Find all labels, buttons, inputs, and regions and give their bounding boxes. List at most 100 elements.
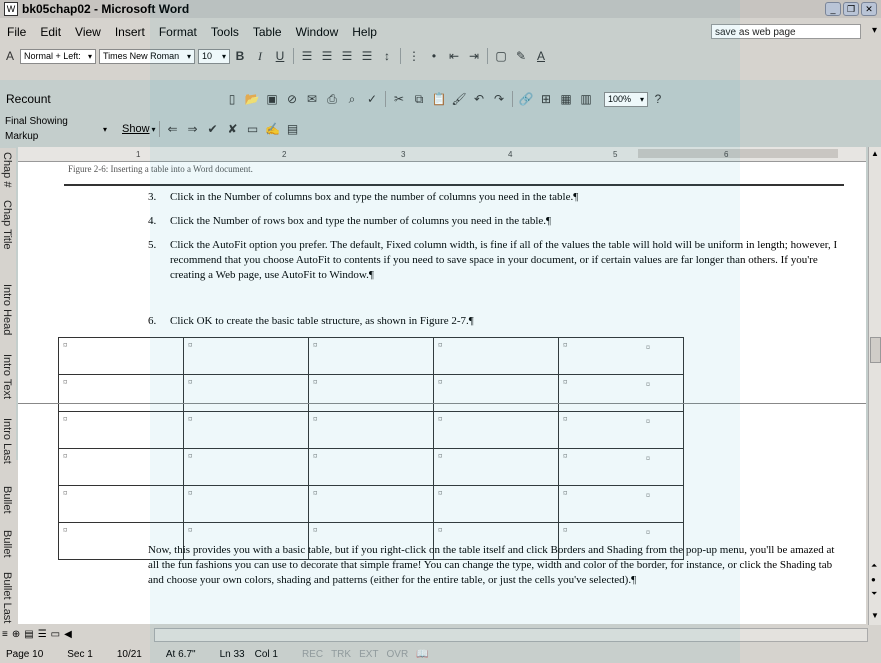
- web-layout-icon[interactable]: ⊕: [12, 629, 20, 640]
- insert-comment-icon[interactable]: ▭: [244, 120, 262, 138]
- horizontal-scrollbar[interactable]: [154, 628, 868, 642]
- print-layout-icon[interactable]: ▤: [24, 629, 33, 640]
- reviewing-pane-icon[interactable]: ▤: [284, 120, 302, 138]
- word-app-icon[interactable]: W: [4, 2, 18, 16]
- spelling-icon[interactable]: ✓: [363, 90, 381, 108]
- copy-icon[interactable]: ⧉: [410, 90, 428, 108]
- menu-file[interactable]: File: [0, 25, 33, 39]
- font-combo[interactable]: Times New Roman ▾: [99, 48, 195, 64]
- menu-insert[interactable]: Insert: [108, 25, 152, 39]
- table-cell[interactable]: ¤: [58, 374, 184, 412]
- increase-indent-icon[interactable]: ⇥: [465, 47, 483, 65]
- zoom-combo[interactable]: 100% ▾: [604, 91, 648, 107]
- table-cell[interactable]: ¤: [183, 374, 309, 412]
- table-cell[interactable]: ¤: [183, 485, 309, 523]
- normal-view-icon[interactable]: ≡: [2, 629, 8, 640]
- scroll-up-icon[interactable]: ▲: [871, 149, 879, 158]
- print-preview-icon[interactable]: ⌕: [343, 90, 361, 108]
- menu-window[interactable]: Window: [289, 25, 346, 39]
- open-icon[interactable]: 📂: [243, 90, 261, 108]
- scroll-left-icon[interactable]: ◀: [64, 629, 72, 640]
- permission-icon[interactable]: ⊘: [283, 90, 301, 108]
- email-icon[interactable]: ✉: [303, 90, 321, 108]
- status-trk[interactable]: TRK: [331, 649, 351, 660]
- cut-icon[interactable]: ✂: [390, 90, 408, 108]
- display-for-review-combo[interactable]: Final Showing Markup ▾: [2, 116, 110, 142]
- menu-edit[interactable]: Edit: [33, 25, 68, 39]
- table-cell[interactable]: ¤: [433, 374, 559, 412]
- insert-table-icon[interactable]: ▦: [557, 90, 575, 108]
- document-table[interactable]: ¤ ¤ ¤ ¤ ¤ ¤ ¤ ¤ ¤ ¤ ¤ ¤ ¤ ¤ ¤ ¤ ¤ ¤ ¤ ¤ ¤ ¤ ¤ ¤ ¤ ¤ ¤ ¤ ¤ ¤: [58, 337, 684, 560]
- spelling-status-icon[interactable]: 📖: [416, 649, 428, 660]
- bullets-icon[interactable]: •: [425, 47, 443, 65]
- table-cell[interactable]: ¤: [433, 337, 559, 375]
- restore-icon[interactable]: ❐: [843, 2, 859, 16]
- table-cell[interactable]: ¤: [558, 411, 684, 449]
- table-cell[interactable]: ¤: [308, 448, 434, 486]
- table-cell[interactable]: ¤: [58, 337, 184, 375]
- reject-change-icon[interactable]: ✘: [224, 120, 242, 138]
- previous-change-icon[interactable]: ⇐: [164, 120, 182, 138]
- ask-dropdown-icon[interactable]: ▾: [872, 25, 877, 36]
- close-icon[interactable]: ✕: [861, 2, 877, 16]
- accept-change-icon[interactable]: ✔: [204, 120, 222, 138]
- table-cell[interactable]: ¤: [183, 337, 309, 375]
- undo-icon[interactable]: ↶: [470, 90, 488, 108]
- redo-icon[interactable]: ↷: [490, 90, 508, 108]
- tables-borders-icon[interactable]: ⊞: [537, 90, 555, 108]
- table-cell[interactable]: ¤: [558, 374, 684, 412]
- help-icon[interactable]: ?: [649, 90, 667, 108]
- styles-pane-icon[interactable]: A: [1, 47, 19, 65]
- track-changes-icon[interactable]: ✍: [264, 120, 282, 138]
- reading-layout-icon[interactable]: ▭: [51, 629, 60, 640]
- table-cell[interactable]: ¤: [308, 485, 434, 523]
- minimize-icon[interactable]: _: [825, 2, 841, 16]
- columns-icon[interactable]: ▥: [577, 90, 595, 108]
- status-rec[interactable]: REC: [302, 649, 323, 660]
- horizontal-ruler[interactable]: 1 2 3 4 5 6: [18, 147, 866, 162]
- table-cell[interactable]: ¤: [433, 411, 559, 449]
- new-document-icon[interactable]: ▯: [223, 90, 241, 108]
- table-cell[interactable]: ¤: [308, 337, 434, 375]
- show-menu-button[interactable]: Show: [122, 123, 150, 135]
- menu-help[interactable]: Help: [345, 25, 384, 39]
- table-cell[interactable]: ¤: [183, 411, 309, 449]
- highlight-icon[interactable]: ✎: [512, 47, 530, 65]
- numbering-icon[interactable]: ⋮: [405, 47, 423, 65]
- line-spacing-icon[interactable]: ↕: [378, 47, 396, 65]
- font-size-combo[interactable]: 10 ▾: [198, 48, 230, 64]
- status-ext[interactable]: EXT: [359, 649, 378, 660]
- table-cell[interactable]: ¤: [183, 448, 309, 486]
- previous-page-icon[interactable]: ⏶: [871, 561, 877, 571]
- next-page-icon[interactable]: ⏷: [871, 589, 877, 599]
- table-cell[interactable]: ¤: [433, 485, 559, 523]
- format-painter-icon[interactable]: 🖌: [450, 90, 468, 108]
- table-cell[interactable]: ¤: [308, 374, 434, 412]
- document-page[interactable]: Figure 2-6: Inserting a table into a Wor…: [18, 162, 866, 624]
- scroll-down-icon[interactable]: ▼: [871, 611, 879, 620]
- ask-a-question-box[interactable]: save as web page: [711, 24, 861, 39]
- table-cell[interactable]: ¤: [58, 411, 184, 449]
- table-cell[interactable]: ¤: [558, 485, 684, 523]
- hyperlink-icon[interactable]: 🔗: [517, 90, 535, 108]
- menu-format[interactable]: Format: [152, 25, 204, 39]
- menu-table[interactable]: Table: [246, 25, 289, 39]
- status-ovr[interactable]: OVR: [387, 649, 409, 660]
- bold-icon[interactable]: B: [231, 47, 249, 65]
- decrease-indent-icon[interactable]: ⇤: [445, 47, 463, 65]
- outline-view-icon[interactable]: ☰: [38, 629, 47, 640]
- menu-view[interactable]: View: [68, 25, 108, 39]
- table-cell[interactable]: ¤: [308, 411, 434, 449]
- next-change-icon[interactable]: ⇒: [184, 120, 202, 138]
- style-combo[interactable]: Normal + Left: ▾: [20, 48, 96, 64]
- underline-icon[interactable]: U: [271, 47, 289, 65]
- print-icon[interactable]: ⎙: [323, 90, 341, 108]
- table-cell[interactable]: ¤: [558, 448, 684, 486]
- table-cell[interactable]: ¤: [58, 448, 184, 486]
- table-cell[interactable]: ¤: [558, 337, 684, 375]
- align-right-icon[interactable]: ☰: [338, 47, 356, 65]
- table-cell[interactable]: ¤: [433, 448, 559, 486]
- scroll-thumb[interactable]: [870, 337, 881, 363]
- table-cell[interactable]: ¤: [58, 485, 184, 523]
- italic-icon[interactable]: I: [251, 47, 269, 65]
